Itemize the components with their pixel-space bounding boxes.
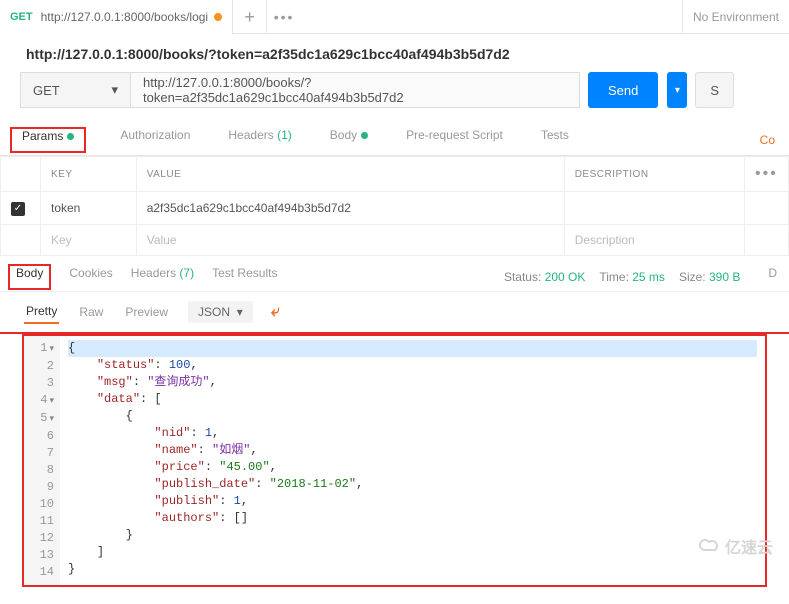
param-key-input[interactable]: token [41, 192, 137, 225]
environment-selector[interactable]: No Environment [682, 0, 789, 34]
row-checkbox[interactable]: ✓ [11, 202, 25, 216]
params-table: KEY VALUE DESCRIPTION ••• ✓ token a2f35d… [0, 156, 789, 256]
tab-headers[interactable]: Headers (1) [224, 128, 295, 152]
bulk-edit-button[interactable]: ••• [745, 157, 789, 192]
tab-method: GET [10, 11, 33, 23]
save-button[interactable]: S [695, 72, 734, 108]
response-tab-cookies[interactable]: Cookies [69, 266, 112, 288]
wrap-lines-icon[interactable]: ⤶ [271, 303, 280, 321]
param-key-placeholder[interactable]: Key [41, 224, 137, 255]
view-preview[interactable]: Preview [123, 301, 170, 323]
response-status: Status: 200 OK Time: 25 ms Size: 390 B [504, 270, 740, 284]
col-key: KEY [41, 157, 137, 192]
new-tab-button[interactable]: + [233, 0, 267, 34]
chevron-down-icon: ▾ [111, 82, 118, 98]
view-pretty[interactable]: Pretty [24, 300, 59, 324]
tab-options-button[interactable]: ••• [267, 9, 301, 25]
request-line: GET ▾ http://127.0.0.1:8000/books/?token… [20, 72, 580, 108]
code-content: { "status": 100, "msg": "查询成功", "data": … [60, 336, 765, 585]
tab-params[interactable]: Params [18, 129, 78, 153]
param-value-placeholder[interactable]: Value [136, 224, 564, 255]
body-modified-icon [361, 132, 368, 139]
request-name: http://127.0.0.1:8000/books/?token=a2f35… [0, 34, 789, 72]
param-value-input[interactable]: a2f35dc1a629c1bcc40af494b3b5d7d2 [136, 192, 564, 225]
method-label: GET [33, 83, 60, 98]
send-button[interactable]: Send [588, 72, 658, 108]
tab-title: http://127.0.0.1:8000/books/logi [41, 10, 208, 24]
col-value: VALUE [136, 157, 564, 192]
param-desc-input[interactable] [564, 192, 744, 225]
tab-body[interactable]: Body [326, 128, 372, 152]
cookies-link[interactable]: Co [760, 133, 775, 147]
send-dropdown-button[interactable]: ▾ [667, 72, 687, 108]
col-description: DESCRIPTION [564, 157, 744, 192]
response-body[interactable]: 12345 67891011121314 { "status": 100, "m… [22, 334, 767, 587]
response-tab-tests[interactable]: Test Results [212, 266, 277, 288]
download-button[interactable]: D [768, 266, 777, 288]
tab-prerequest[interactable]: Pre-request Script [402, 128, 507, 152]
method-select[interactable]: GET ▾ [21, 73, 131, 107]
url-input[interactable]: http://127.0.0.1:8000/books/?token=a2f35… [131, 73, 579, 107]
response-tab-body[interactable]: Body [16, 266, 43, 288]
response-tab-headers[interactable]: Headers (7) [131, 266, 194, 288]
param-desc-placeholder[interactable]: Description [564, 224, 744, 255]
line-gutter: 12345 67891011121314 [24, 336, 60, 585]
table-row-new[interactable]: Key Value Description [1, 224, 789, 255]
format-select[interactable]: JSON ▾ [188, 301, 253, 323]
table-row[interactable]: ✓ token a2f35dc1a629c1bcc40af494b3b5d7d2 [1, 192, 789, 225]
request-tab[interactable]: GET http://127.0.0.1:8000/books/logi [0, 0, 233, 34]
watermark: 亿速云 [699, 534, 773, 558]
tab-tests[interactable]: Tests [537, 128, 573, 152]
params-modified-icon [67, 133, 74, 140]
view-raw[interactable]: Raw [77, 301, 105, 323]
unsaved-indicator-icon [214, 13, 222, 21]
tab-authorization[interactable]: Authorization [116, 128, 194, 152]
